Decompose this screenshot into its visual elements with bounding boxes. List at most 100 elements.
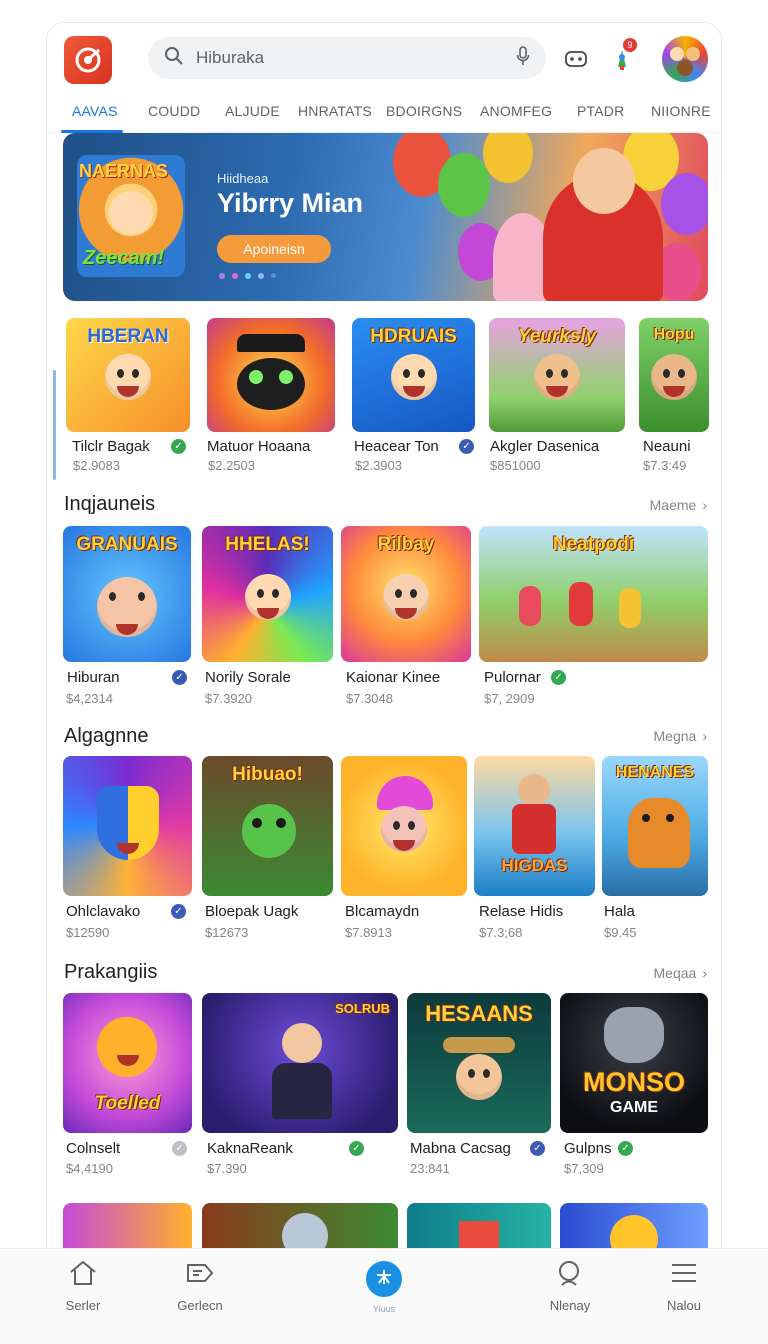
- app-name: Colnselt: [66, 1140, 121, 1157]
- app-price: $2.2503: [208, 458, 255, 473]
- app-thumbnail: Rilbay: [341, 526, 471, 662]
- app-thumbnail: Hibuao!: [202, 756, 333, 896]
- tab-aavas[interactable]: AAVAS: [72, 103, 118, 119]
- chevron-right-icon: ›: [702, 728, 707, 744]
- thumbnail-logo-text: HESAANS: [425, 1001, 533, 1026]
- app-card[interactable]: SOLRUB KaknaReank ✓ $7.390: [202, 993, 399, 1176]
- tab-anomfeg[interactable]: ANOMFEG: [480, 103, 552, 119]
- app-card[interactable]: Matuor Hoaana $2.2503: [207, 318, 337, 478]
- app-card[interactable]: HHELAS! Norily Sorale $7.3920: [202, 526, 334, 706]
- app-name: KaknaReank: [207, 1140, 293, 1157]
- app-thumbnail: Yeurksly: [489, 318, 625, 432]
- app-name: Relase Hidis: [479, 903, 564, 920]
- section-title: Prakangiis: [64, 961, 158, 983]
- verified-badge-icon: ✓: [172, 670, 187, 685]
- verified-badge-icon: ✓: [530, 1141, 545, 1156]
- app-card[interactable]: Ohlclavako ✓ $12590: [63, 756, 193, 940]
- carousel-dot[interactable]: [271, 273, 276, 278]
- gamepad-icon[interactable]: [562, 45, 590, 73]
- app-card[interactable]: Toelled Colnselt ✓ $4,4190: [63, 993, 193, 1176]
- section-title: Algagnne: [64, 725, 149, 747]
- app-name: Hala: [604, 903, 635, 920]
- carousel-dot[interactable]: [258, 273, 264, 279]
- notifications-icon[interactable]: 9: [608, 38, 637, 73]
- verified-badge-icon: ✓: [618, 1141, 633, 1156]
- app-card[interactable]: HBERAN Tilclr Bagak ✓ $2.9083: [66, 318, 190, 478]
- tab-hnratats[interactable]: HNRATATS: [298, 103, 372, 119]
- tab-bdoirgns[interactable]: BDOIRGNS: [386, 103, 462, 119]
- app-card[interactable]: Neatpodi Pulornar ✓ $7, 2909: [479, 526, 709, 706]
- microphone-icon[interactable]: [516, 45, 530, 71]
- app-thumbnail: HBERAN: [66, 318, 190, 432]
- boy-face: [573, 148, 635, 214]
- app-price: $7.3048: [346, 691, 393, 706]
- app-thumbnail: [341, 756, 467, 896]
- verified-badge-icon: ✓: [171, 439, 186, 454]
- nav-item-serler[interactable]: Serler: [38, 1259, 128, 1313]
- banner-cta-button[interactable]: Apoineisn: [217, 235, 331, 263]
- category-tabs: AAVAS COUDD ALJUDE HNRATATS BDOIRGNS ANO…: [47, 95, 721, 133]
- bottom-navigation: Serler Gerlecn Yiuus Nlenay Nalou: [0, 1248, 768, 1344]
- balloon-green: [438, 153, 490, 217]
- search-icon: [555, 1259, 585, 1292]
- thumbnail-logo-text: Toelled: [94, 1093, 161, 1114]
- app-thumbnail: Hopu: [639, 318, 709, 432]
- nav-item-nalou[interactable]: Nalou: [639, 1259, 729, 1313]
- section-more-link[interactable]: Maeme ›: [650, 497, 707, 513]
- notification-badge: 9: [623, 38, 637, 52]
- nav-label: Nlenay: [549, 1298, 591, 1313]
- app-card[interactable]: Hibuao! Bloepak Uagk $12673: [202, 756, 334, 940]
- thumbnail-logo-text: SOLRUB: [335, 1001, 390, 1016]
- carousel-dots: [219, 273, 276, 279]
- carousel-dot[interactable]: [245, 273, 251, 279]
- app-card[interactable]: HESAANS Mabna Cacsag ✓ 23:841: [407, 993, 553, 1176]
- chevron-right-icon: ›: [702, 965, 707, 981]
- app-card[interactable]: Blcamaydn $7.8913: [341, 756, 467, 940]
- app-name: Ohlclavako: [66, 903, 141, 920]
- nav-item-nlenay[interactable]: Nlenay: [525, 1259, 615, 1313]
- promo-banner[interactable]: NAERNAS Zeecam! Hiidheaa Yibrry Mian Apo…: [63, 133, 708, 301]
- app-card[interactable]: Yeurksly Akgler Dasenica $851000: [489, 318, 625, 478]
- app-price: $9.45: [604, 925, 637, 940]
- tab-coudd[interactable]: COUDD: [148, 103, 200, 119]
- app-card[interactable]: GRANUAIS Hiburan ✓ $4,2314: [63, 526, 193, 706]
- search-input[interactable]: [196, 48, 516, 68]
- section-more-label: Meqaa: [653, 965, 697, 981]
- tab-niionre[interactable]: NIIONRE: [651, 103, 711, 119]
- app-card[interactable]: HDRUAIS Heacear Ton ✓ $2.3903: [352, 318, 476, 478]
- menu-icon: [669, 1259, 699, 1292]
- thumbnail-logo-text: HENANES: [615, 764, 695, 781]
- app-name: Bloepak Uagk: [205, 903, 299, 920]
- app-card[interactable]: Hopu Neauni $7.3:49: [639, 318, 709, 478]
- scroll-indicator[interactable]: [53, 370, 56, 480]
- tab-ptadr[interactable]: PTADR: [577, 103, 624, 119]
- carousel-dot[interactable]: [219, 273, 225, 279]
- avatar[interactable]: [662, 36, 708, 82]
- app-price: $7,309: [564, 1161, 604, 1176]
- app-name: Tilclr Bagak: [72, 438, 150, 455]
- nav-label: Yiuus: [372, 1304, 396, 1314]
- app-card[interactable]: HIGDAS Relase Hidis $7.3;68: [474, 756, 596, 940]
- section-more-link[interactable]: Meqaa ›: [654, 965, 707, 981]
- nav-item-yiuus[interactable]: [366, 1261, 402, 1297]
- tab-aljude[interactable]: ALJUDE: [225, 103, 280, 119]
- app-card[interactable]: HENANES Hala $9.45: [602, 756, 709, 940]
- app-thumbnail: HIGDAS: [474, 756, 595, 896]
- top-bar: 9: [47, 23, 721, 95]
- banner-title: Yibrry Mian: [217, 188, 364, 218]
- app-thumbnail: HDRUAIS: [352, 318, 475, 432]
- app-card[interactable]: MONSO GAME Gulpns ✓ $7,309: [560, 993, 709, 1176]
- app-name: Mabna Cacsag: [410, 1140, 511, 1157]
- app-thumbnail: HESAANS: [407, 993, 551, 1133]
- app-thumbnail: Neatpodi: [479, 526, 708, 662]
- search-bar[interactable]: [148, 37, 546, 79]
- nav-item-gerlecn[interactable]: Gerlecn: [155, 1259, 245, 1313]
- app-name: Gulpns: [564, 1140, 612, 1157]
- app-price: $7.3;68: [479, 925, 523, 940]
- section-more-link[interactable]: Megna ›: [654, 728, 707, 744]
- app-logo-icon[interactable]: [64, 36, 112, 84]
- carousel-dot[interactable]: [232, 273, 238, 279]
- section-more-label: Megna: [653, 728, 697, 744]
- app-card[interactable]: Rilbay Kaionar Kinee $7.3048: [341, 526, 471, 706]
- app-frame: 9 AAVAS COUDD ALJUDE HNRATATS BDOIRGNS A…: [46, 22, 722, 1322]
